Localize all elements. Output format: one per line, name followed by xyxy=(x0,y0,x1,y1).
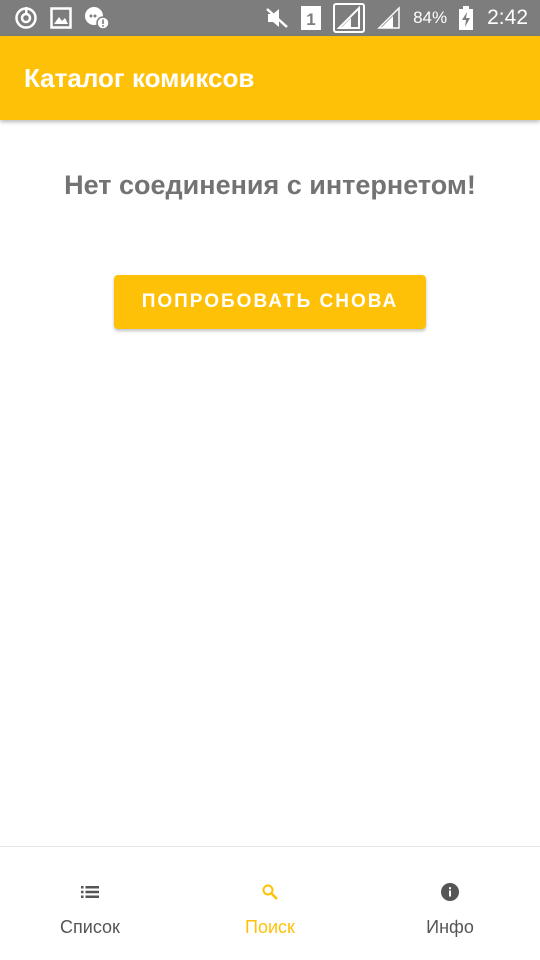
nav-item-search[interactable]: Поиск xyxy=(180,847,360,960)
info-icon xyxy=(441,883,459,901)
nav-item-list[interactable]: Список xyxy=(0,847,180,960)
nav-label-list: Список xyxy=(60,917,120,937)
clock: 2:42 xyxy=(487,6,528,29)
status-bar-right: 1 84% 2:42 xyxy=(265,3,528,33)
svg-text:1: 1 xyxy=(306,10,315,29)
page-title: Каталог комиксов xyxy=(24,62,255,93)
bottom-navigation: Список Поиск Инфо xyxy=(0,846,540,960)
status-bar-left xyxy=(14,6,110,30)
chat-alert-icon xyxy=(84,6,110,30)
mute-icon xyxy=(265,7,289,29)
image-icon xyxy=(50,7,72,29)
signal-icon xyxy=(377,6,401,30)
list-icon xyxy=(81,883,99,901)
nav-item-info[interactable]: Инфо xyxy=(360,847,540,960)
nav-label-info: Инфо xyxy=(426,917,474,937)
retry-button[interactable]: ПОПРОБОВАТЬ СНОВА xyxy=(114,275,426,329)
signal-icon xyxy=(333,3,366,33)
nav-label-search: Поиск xyxy=(245,917,295,937)
battery-charging-icon xyxy=(459,6,474,30)
status-bar: 1 84% 2:42 xyxy=(0,0,540,36)
search-icon xyxy=(262,883,278,901)
sim-1-icon: 1 xyxy=(301,6,322,30)
battery-percentage: 84% xyxy=(413,8,448,27)
app-bar: Каталог комиксов xyxy=(0,36,540,120)
no-connection-message: Нет соединения с интернетом! xyxy=(64,170,476,200)
sync-icon xyxy=(14,6,38,30)
